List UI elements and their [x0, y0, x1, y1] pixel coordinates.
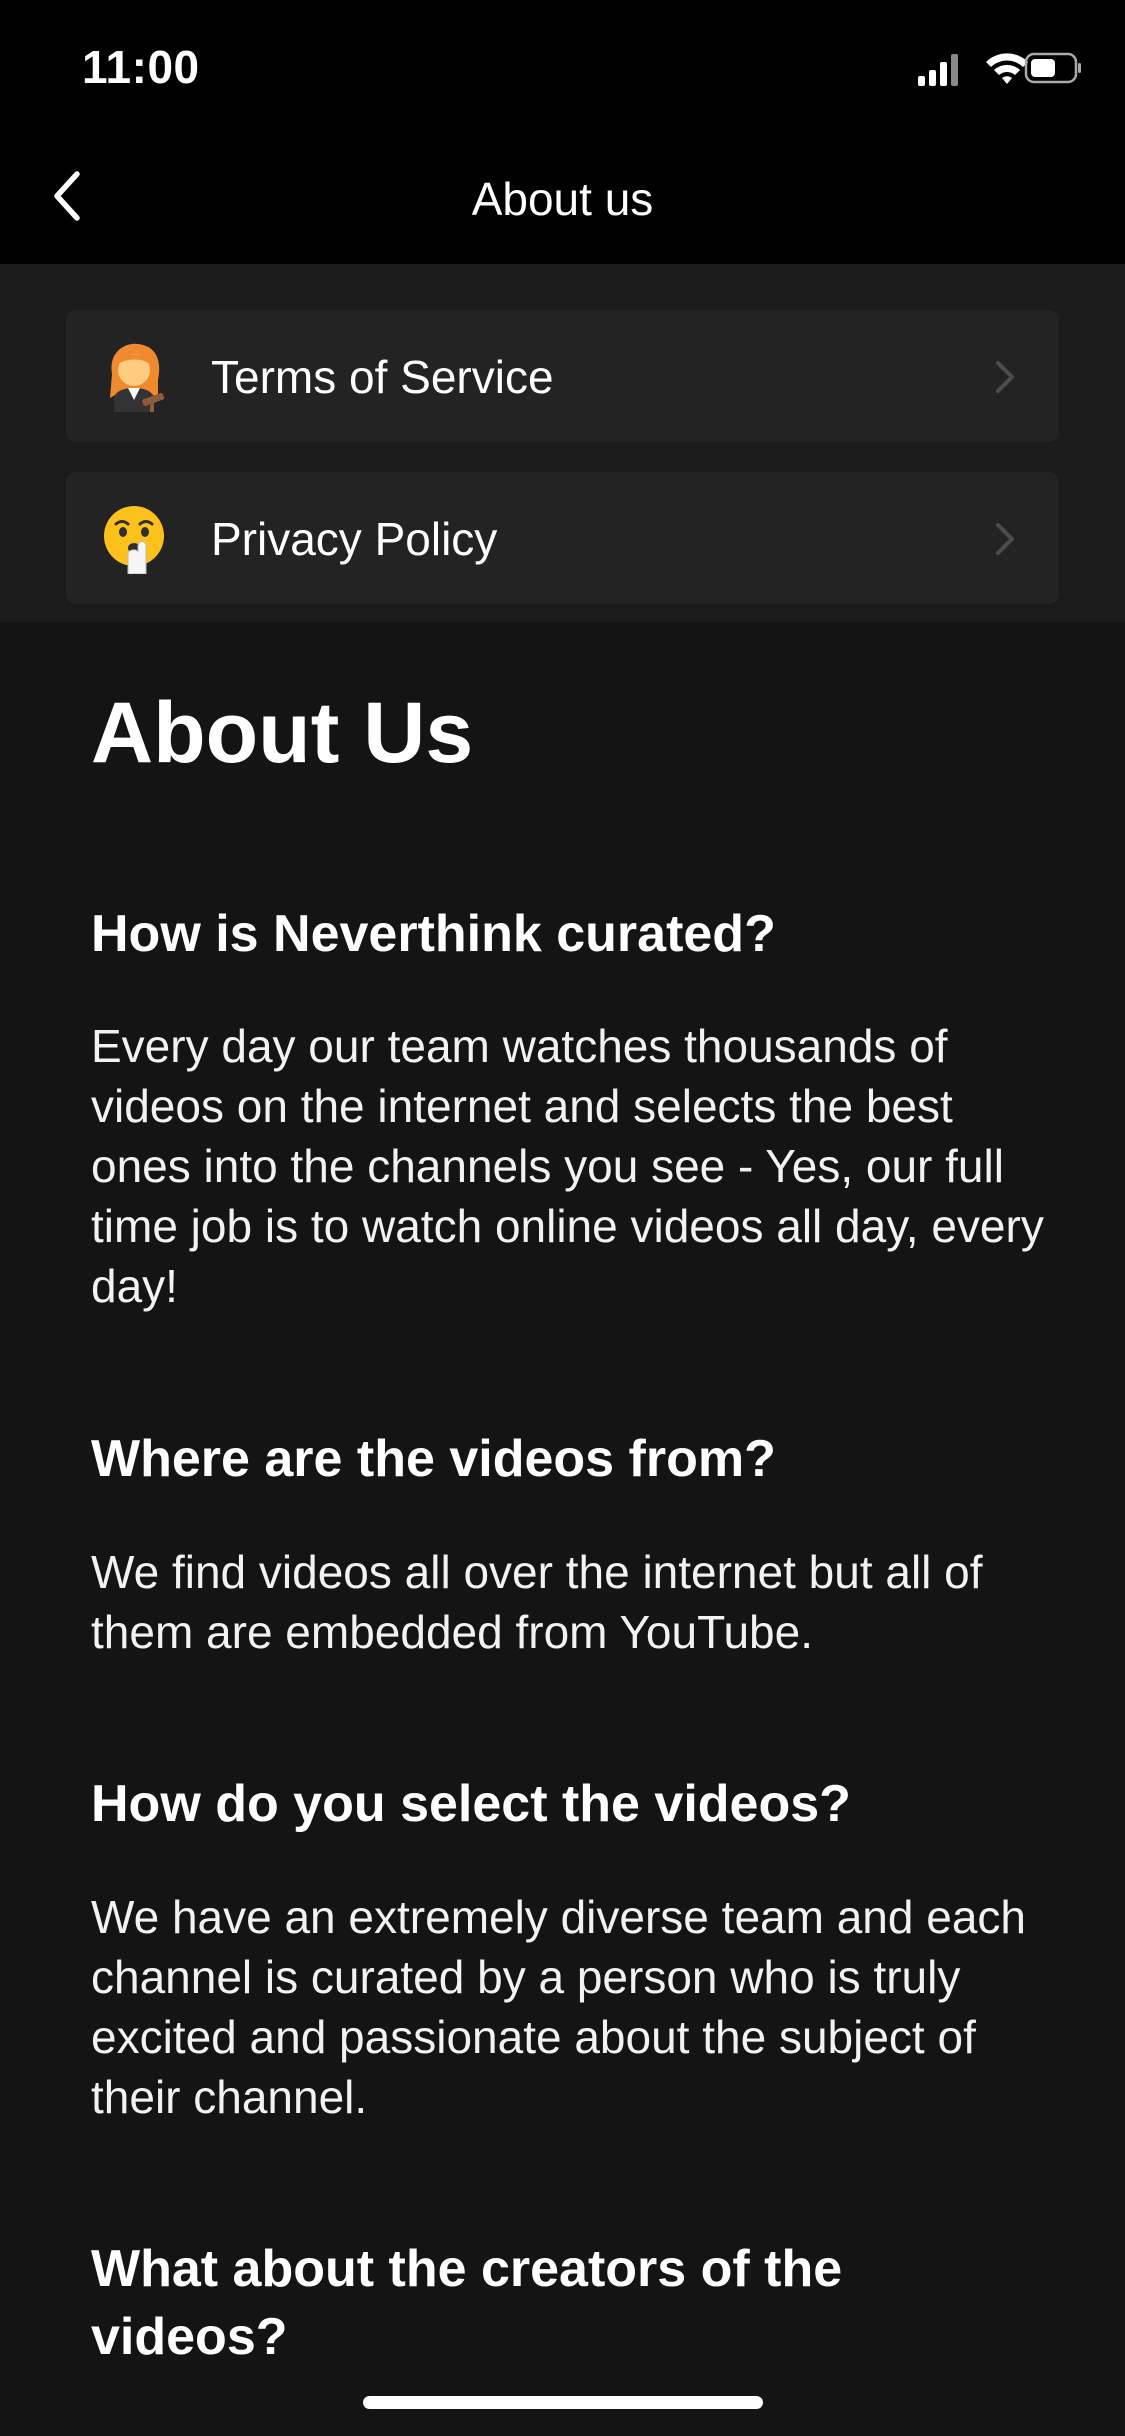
- wifi-icon: [986, 53, 1028, 84]
- page-heading: About Us: [91, 685, 474, 781]
- chevron-right-icon: [993, 358, 1017, 396]
- home-indicator[interactable]: [363, 2396, 763, 2409]
- nav-title: About us: [471, 173, 654, 225]
- cellular-signal-icon: [918, 54, 958, 86]
- faq-question: How is Neverthink curated?: [91, 905, 776, 963]
- faq-answer: Every day our team watches thousands of …: [91, 1020, 1044, 1312]
- privacy-policy-link[interactable]: Privacy Policy: [66, 472, 1059, 604]
- shushing-face-emoji-icon: [98, 502, 170, 575]
- status-time: 11:00: [82, 41, 200, 93]
- faq-question: How do you select the videos?: [91, 1775, 851, 1833]
- link-label: Privacy Policy: [211, 513, 498, 565]
- terms-of-service-link[interactable]: Terms of Service: [66, 310, 1059, 442]
- battery-icon: [1024, 52, 1081, 84]
- chevron-right-icon: [993, 520, 1017, 558]
- faq-question: Where are the videos from?: [91, 1430, 776, 1488]
- judge-woman-emoji-icon: [98, 340, 170, 414]
- faq-answer: We find videos all over the internet but…: [91, 1546, 983, 1658]
- links-section: Terms of Service Privacy Policy: [0, 264, 1125, 622]
- faq-question: What about the creators of the videos?: [91, 2240, 843, 2366]
- status-bar: 11:00: [0, 0, 1125, 132]
- nav-bar: About us: [0, 132, 1125, 264]
- status-icons: [883, 48, 1083, 90]
- faq-answer: We have an extremely diverse team and ea…: [91, 1891, 1026, 2123]
- link-label: Terms of Service: [211, 351, 554, 403]
